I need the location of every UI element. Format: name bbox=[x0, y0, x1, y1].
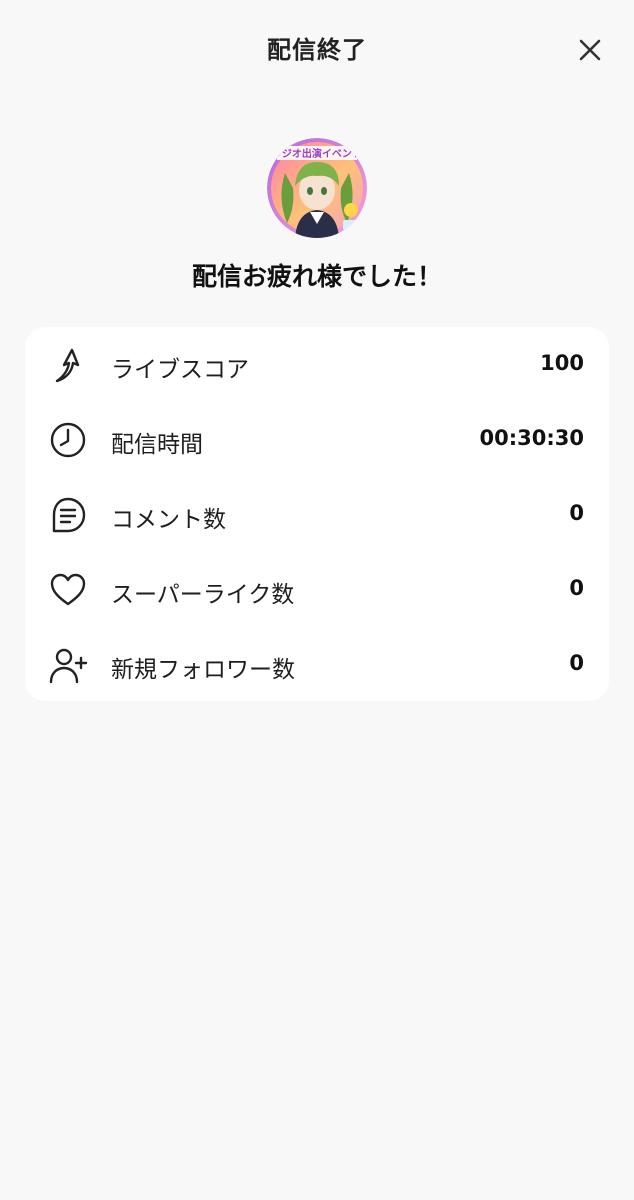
stat-value: 0 bbox=[569, 501, 584, 525]
stat-label: スーパーライク数 bbox=[111, 582, 295, 608]
page-title: 配信終了 bbox=[267, 36, 367, 64]
stat-value: 0 bbox=[569, 651, 584, 675]
arrow-up-icon bbox=[47, 344, 89, 386]
stat-row-stream-time: 配信時間 00:30:30 bbox=[25, 402, 609, 477]
user-plus-icon bbox=[47, 644, 89, 686]
close-icon bbox=[579, 39, 601, 61]
clock-icon bbox=[47, 419, 89, 461]
farewell-message: 配信お疲れ様でした！ bbox=[191, 262, 442, 291]
stat-label: 配信時間 bbox=[111, 432, 203, 458]
stat-label: 新規フォロワー数 bbox=[111, 657, 295, 683]
stat-row-comment-count: コメント数 0 bbox=[25, 477, 609, 552]
stat-value: 0 bbox=[569, 576, 584, 600]
comment-icon bbox=[47, 494, 89, 536]
stat-label: コメント数 bbox=[111, 507, 226, 533]
heart-icon bbox=[47, 569, 89, 611]
stats-card: ライブスコア 100 配信時間 00:30:30 コメント数 0 スーパーライク… bbox=[25, 327, 609, 701]
avatar-banner-text: ラジオ出演イベント bbox=[272, 147, 362, 160]
stat-label: ライブスコア bbox=[111, 357, 249, 383]
stat-value: 100 bbox=[540, 351, 584, 375]
stat-row-super-like-count: スーパーライク数 0 bbox=[25, 552, 609, 627]
close-button[interactable] bbox=[570, 30, 610, 70]
stat-value: 00:30:30 bbox=[479, 426, 584, 450]
avatar: ラジオ出演イベント bbox=[267, 138, 367, 238]
header: 配信終了 bbox=[0, 0, 634, 100]
stat-row-live-score: ライブスコア 100 bbox=[25, 327, 609, 402]
stat-row-new-follower-count: 新規フォロワー数 0 bbox=[25, 627, 609, 702]
